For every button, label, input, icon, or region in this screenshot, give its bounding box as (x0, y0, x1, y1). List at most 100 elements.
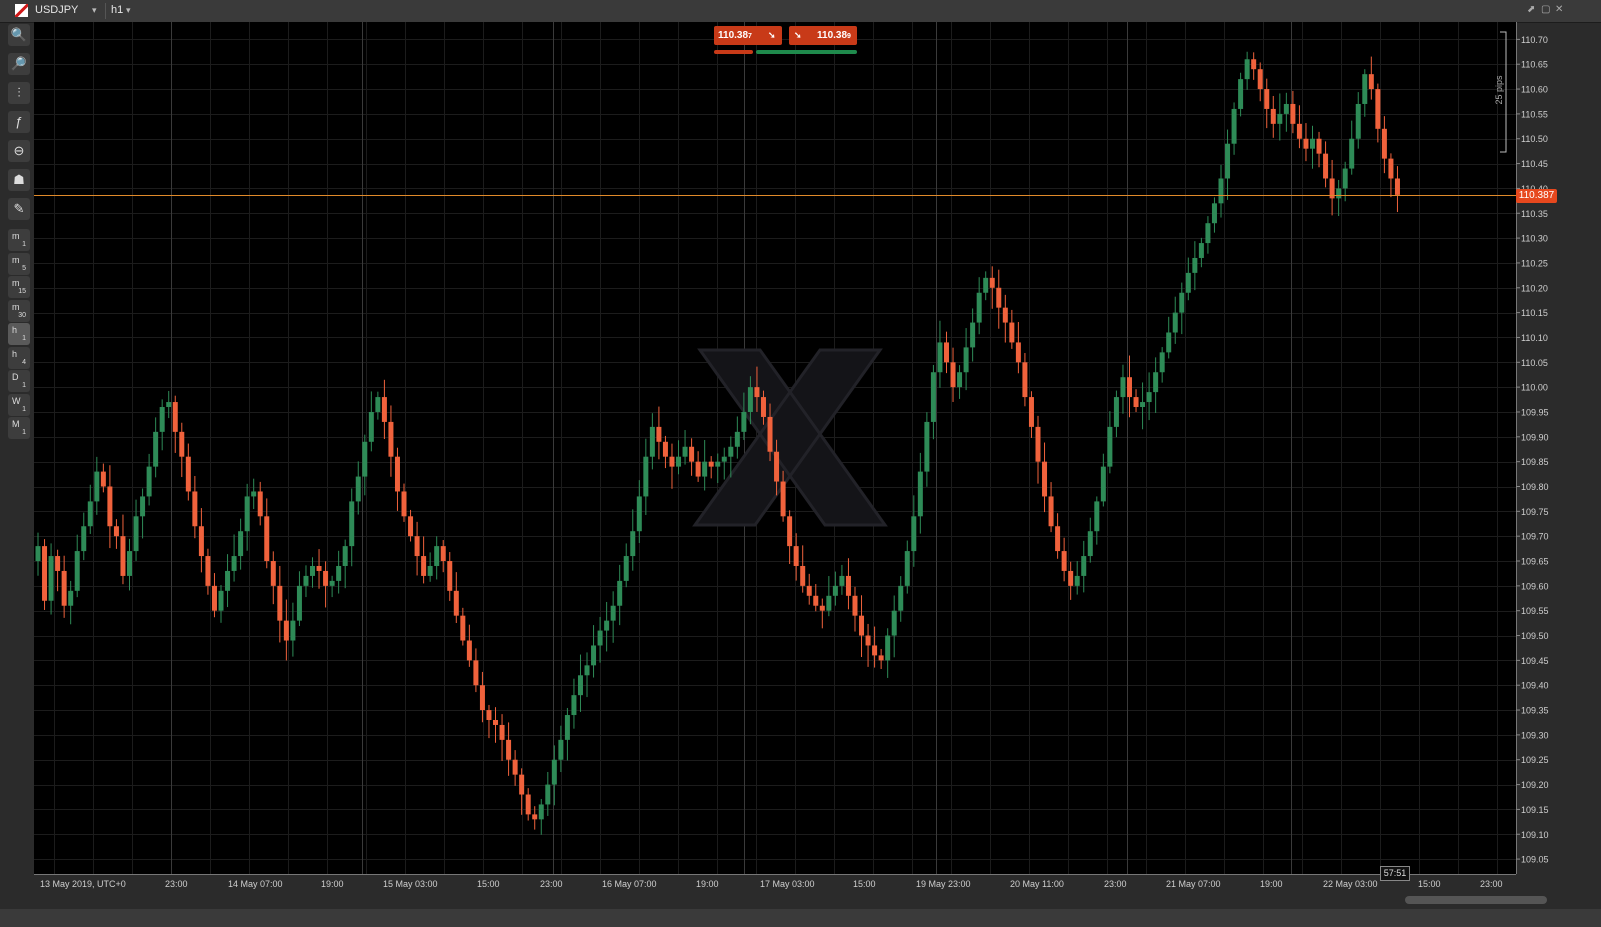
candle-body (682, 446, 688, 457)
timeframe-button-M1[interactable]: M1 (8, 417, 30, 439)
candle-body (885, 635, 891, 661)
candle-body (1042, 461, 1048, 497)
time-tick-label: 23:00 (1104, 879, 1127, 889)
candle-body (656, 426, 662, 442)
zoom-in-icon[interactable]: 🔍 (8, 24, 30, 46)
horizontal-scrollbar[interactable] (0, 893, 1601, 909)
candle-body (839, 575, 845, 586)
indicators-icon[interactable]: ƒ (8, 111, 30, 133)
candle-body (42, 546, 48, 601)
drawing-settings-icon[interactable]: ✎ (8, 198, 30, 220)
candle-body (989, 277, 995, 288)
candle-body (708, 461, 714, 467)
candle-body (1211, 203, 1217, 224)
timeframe-unit: m (12, 254, 20, 265)
timeframe-count: 1 (22, 429, 26, 436)
price-tick-label: 110.70 (1521, 35, 1548, 45)
time-tick-label: 15 May 03:00 (383, 879, 438, 889)
candle-body (545, 784, 551, 805)
price-tick-label: 110.00 (1521, 383, 1548, 393)
candle-body (316, 565, 322, 571)
candle-body (636, 496, 642, 532)
candle-body (865, 635, 871, 646)
candle-body (1126, 377, 1132, 398)
candle-body (950, 362, 956, 388)
price-tick-label: 109.80 (1521, 482, 1549, 492)
candle-body (1362, 74, 1368, 104)
candle-body (813, 595, 819, 606)
sell-button[interactable]: 110.387 ➘ (714, 26, 782, 45)
candle-body (558, 739, 564, 760)
candle-body (662, 441, 668, 457)
candle-body (1283, 103, 1289, 114)
candle-body (564, 715, 570, 740)
buy-button[interactable]: ➘ 110.389 (789, 26, 857, 45)
candle-body (1009, 322, 1015, 343)
price-chart[interactable]: 110.70 110.65 110.60 110.55 110.50 110.45 110.… (0, 0, 1601, 893)
candle-body (1015, 342, 1021, 363)
candle-body (845, 575, 851, 596)
time-tick-label: 22 May 03:00 (1323, 879, 1378, 889)
candle-body (473, 660, 479, 686)
candle-body (591, 645, 597, 666)
timeframe-button-m30[interactable]: m 30 (8, 299, 30, 322)
chart-type-icon[interactable]: ⫶ (8, 82, 30, 104)
candle-body (48, 556, 54, 601)
zoom-out-icon[interactable]: 🔎 (8, 53, 30, 75)
candle-body (1244, 59, 1250, 80)
candle-body (257, 491, 263, 517)
price-tick-label: 110.35 (1521, 209, 1548, 219)
candle-body (506, 739, 512, 760)
timeframe-unit: D (12, 372, 19, 382)
candle-body (1113, 397, 1119, 427)
candle-body (983, 277, 989, 293)
candle-body (251, 491, 257, 497)
candle-body (107, 486, 113, 527)
link-icon[interactable]: ⊖ (8, 140, 30, 162)
candle-body (806, 585, 812, 596)
candle-body (401, 491, 407, 517)
timeframe-button-W1[interactable]: W1 (8, 393, 30, 416)
buy-price: 110.389 (817, 30, 851, 41)
template-icon[interactable]: ☗ (8, 169, 30, 191)
timeframe-button-D1[interactable]: D1 (8, 370, 30, 392)
candle-body (1355, 103, 1361, 139)
timeframe-button-m5[interactable]: m5 (8, 252, 30, 275)
timeframe-button-h1[interactable]: h1 (8, 323, 30, 345)
candle-body (937, 342, 943, 373)
candle-body (264, 516, 270, 562)
candle-body (943, 342, 949, 363)
candle-body (610, 605, 616, 621)
time-tick-label: 16 May 07:00 (602, 879, 657, 889)
timeframe-button-h4[interactable]: h4 (8, 346, 30, 369)
candle-body (1368, 74, 1374, 90)
candle-body (192, 491, 198, 527)
price-tick-label: 109.25 (1521, 755, 1549, 765)
timeframe-count: 5 (22, 264, 26, 272)
candle-body (1068, 570, 1074, 586)
timeframe-button-m1[interactable]: m1 (8, 229, 30, 251)
candle-body (231, 556, 237, 571)
candle-body (1185, 272, 1191, 293)
candle-body (1323, 153, 1329, 179)
candle-body (172, 402, 178, 432)
time-tick-label: 15:00 (1418, 879, 1441, 889)
scrollbar-thumb[interactable] (1405, 896, 1547, 904)
time-tick-label: 23:00 (165, 879, 188, 889)
timeframe-count: 1 (22, 405, 26, 413)
candle-body (211, 585, 217, 611)
candle-body (1055, 526, 1061, 552)
time-tick-label: 23:00 (1480, 879, 1503, 889)
candle-body (238, 531, 244, 557)
candle-body (976, 292, 982, 323)
timeframe-button-m15[interactable]: m 15 (8, 276, 30, 298)
price-tick-label: 110.55 (1521, 109, 1548, 119)
buy-arrow-icon: ➘ (794, 30, 802, 40)
candle-body (113, 526, 119, 537)
candle-body (774, 451, 780, 482)
candle-body (1179, 292, 1185, 313)
timeframe-count: 1 (22, 382, 26, 389)
candle-body (519, 774, 525, 795)
candle-body (604, 620, 610, 631)
candle-body (1388, 158, 1394, 179)
